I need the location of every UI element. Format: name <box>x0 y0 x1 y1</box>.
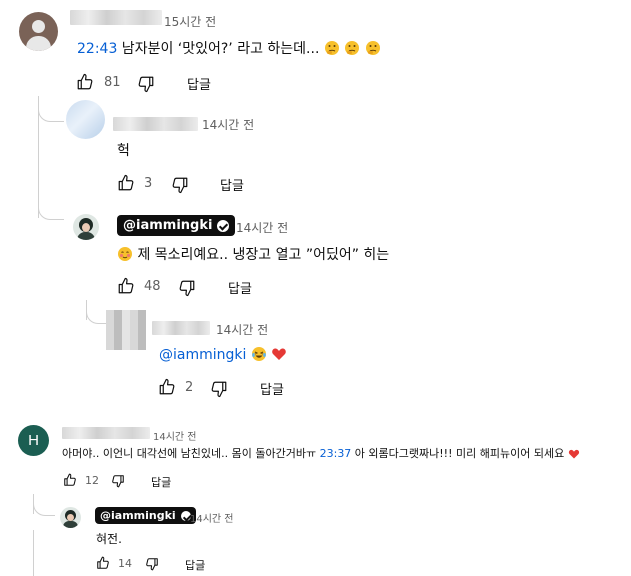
creator-avatar[interactable] <box>73 214 99 240</box>
comment-time[interactable]: 14시간 전 <box>153 428 197 443</box>
reply-button[interactable]: 답글 <box>187 74 211 93</box>
comment-body: 제 목소리예요.. 냉장고 열고 ”어딨어” 히는 <box>133 247 390 263</box>
thumbs-down-icon <box>179 280 195 297</box>
thread-line <box>33 530 34 576</box>
reply-button[interactable]: 답글 <box>220 175 244 194</box>
red-heart-icon <box>272 348 287 360</box>
thumbs-down-icon <box>112 475 124 488</box>
thumbs-up-icon <box>64 473 76 486</box>
like-button[interactable] <box>117 174 135 192</box>
thumbs-down-icon <box>146 558 158 571</box>
comment-body: 아머야.. 이언니 대각선에 남친있네.. 몸이 돌아간거바ㅠ <box>62 447 320 460</box>
author-name-redacted[interactable] <box>152 321 210 335</box>
thumbs-down-icon <box>138 76 154 93</box>
like-count: 3 <box>144 176 153 191</box>
like-count: 14 <box>118 557 132 570</box>
comment-body-cont: 아 외롬다그랫짜나!!! 미리 해피뉴이어 되세요 <box>351 447 565 460</box>
dislike-button[interactable] <box>111 474 125 488</box>
creator-avatar[interactable] <box>60 507 81 528</box>
like-count: 81 <box>104 75 121 90</box>
timestamp-link[interactable]: 23:37 <box>320 447 352 460</box>
author-name-redacted[interactable] <box>62 427 150 439</box>
dislike-button[interactable] <box>210 380 228 398</box>
thinking-face-icon <box>345 41 360 55</box>
thread-connector <box>86 308 108 324</box>
thumbs-up-icon <box>159 378 175 395</box>
comment-time[interactable]: 14시간 전 <box>216 321 268 338</box>
thinking-face-icon <box>324 41 339 55</box>
thumbs-down-icon <box>172 177 188 194</box>
reply-button[interactable]: 답글 <box>260 379 284 398</box>
dislike-button[interactable] <box>178 279 196 297</box>
comment-time[interactable]: 15시간 전 <box>164 13 216 30</box>
author-name: @iammingki <box>100 509 176 522</box>
author-name: @iammingki <box>123 218 213 233</box>
verified-check-icon <box>217 219 230 232</box>
thread-connector <box>33 500 55 516</box>
reply-button[interactable]: 답글 <box>228 278 252 297</box>
commenter-avatar[interactable] <box>106 310 146 350</box>
like-count: 2 <box>185 380 194 395</box>
dislike-button[interactable] <box>171 176 189 194</box>
thinking-face-icon <box>365 41 380 55</box>
thumbs-up-icon <box>118 174 134 191</box>
timestamp-link[interactable]: 22:43 <box>77 41 117 57</box>
like-button[interactable] <box>158 378 176 396</box>
like-button[interactable] <box>63 473 77 487</box>
blushing-face-icon <box>118 247 132 261</box>
like-count: 48 <box>144 279 161 294</box>
mention-link[interactable]: @iammingki <box>159 347 246 363</box>
comment-text: 22:43 남자분이 ‘맛있어?’ 라고 하는데... <box>77 38 381 58</box>
commenter-avatar[interactable]: H <box>18 425 49 456</box>
like-count: 12 <box>85 474 99 487</box>
author-name-redacted[interactable] <box>70 10 162 25</box>
laughing-tears-face-icon <box>251 347 266 361</box>
reply-button[interactable]: 답글 <box>151 474 171 490</box>
creator-badge[interactable]: @iammingki <box>95 507 196 524</box>
comment-text: 아머야.. 이언니 대각선에 남친있네.. 몸이 돌아간거바ㅠ 23:37 아 … <box>62 445 580 461</box>
comment-text: 제 목소리예요.. 냉장고 열고 ”어딨어” 히는 <box>117 244 389 264</box>
thread-connector <box>38 200 64 220</box>
commenter-avatar[interactable] <box>66 100 105 139</box>
dislike-button[interactable] <box>145 557 159 571</box>
thread-connector <box>38 104 64 122</box>
commenter-avatar[interactable] <box>19 12 58 51</box>
red-heart-icon <box>568 449 579 459</box>
comment-time[interactable]: 14시간 전 <box>190 510 234 525</box>
like-button[interactable] <box>76 73 94 91</box>
like-button[interactable] <box>96 556 110 570</box>
thumbs-up-icon <box>97 556 109 569</box>
like-button[interactable] <box>117 277 135 295</box>
comment-time[interactable]: 14시간 전 <box>202 116 254 133</box>
thumbs-down-icon <box>211 381 227 398</box>
thumbs-up-icon <box>77 73 93 90</box>
comment-time[interactable]: 14시간 전 <box>236 219 288 236</box>
author-name-redacted[interactable] <box>113 117 198 131</box>
reply-button[interactable]: 답글 <box>185 557 205 573</box>
comment-body: 남자분이 ‘맛있어?’ 라고 하는데... <box>117 41 320 57</box>
thumbs-up-icon <box>118 277 134 294</box>
avatar-letter: H <box>28 432 39 449</box>
dislike-button[interactable] <box>137 75 155 93</box>
comment-body: 혀전. <box>96 532 122 546</box>
comment-text: @iammingki <box>159 346 287 363</box>
creator-badge[interactable]: @iammingki <box>117 215 236 236</box>
comment-body: 헉 <box>117 143 130 159</box>
